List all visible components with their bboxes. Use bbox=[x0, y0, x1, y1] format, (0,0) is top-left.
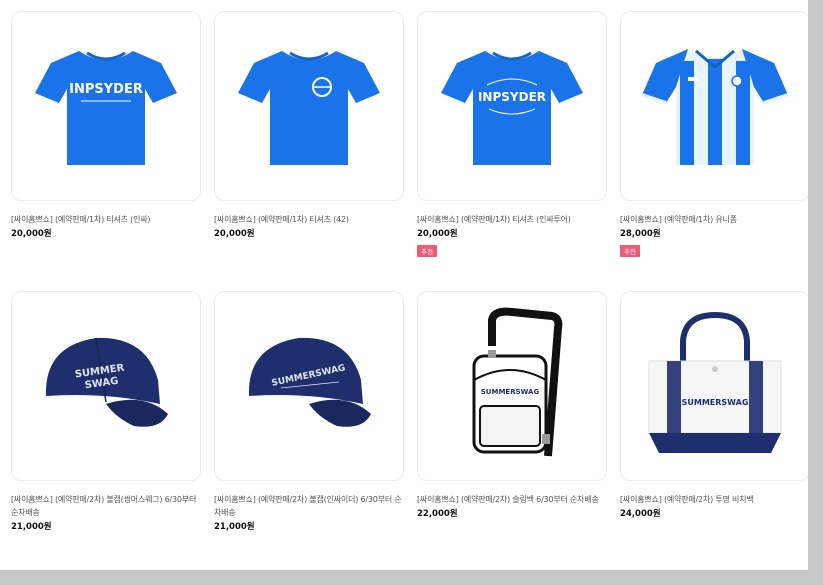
product-price: 20,000원 bbox=[214, 229, 255, 239]
product-grid-page: INPSYDER [싸이홈쁘쇼] (예약판매/1차) 티셔츠 (인싸) 20,0… bbox=[0, 0, 808, 570]
product-name[interactable]: [싸이홈쁘쇼] (예약판매/2차) 투명 비치백 bbox=[620, 493, 808, 506]
product-thumbnail[interactable]: SUMMERSWAG bbox=[620, 291, 808, 481]
product-price: 21,000원 bbox=[11, 522, 52, 532]
product-thumbnail[interactable]: SUMMER SWAG bbox=[11, 291, 201, 481]
product-thumbnail[interactable]: INPSYDER bbox=[11, 11, 201, 201]
product-card[interactable]: INPSYDER [싸이홈쁘쇼] (예약판매/1차) 티셔츠 (인싸투어) 20… bbox=[417, 11, 607, 291]
product-price: 20,000원 bbox=[11, 229, 52, 239]
product-price: 20,000원 bbox=[417, 229, 458, 239]
svg-text:INPSYDER: INPSYDER bbox=[69, 82, 143, 97]
product-thumbnail[interactable]: SUMMERSWAG bbox=[214, 291, 404, 481]
sling-bag-icon: SUMMERSWAG bbox=[472, 307, 563, 457]
svg-text:INPSYDER: INPSYDER bbox=[478, 90, 546, 104]
product-thumbnail[interactable] bbox=[620, 11, 808, 201]
product-thumbnail[interactable] bbox=[214, 11, 404, 201]
product-card[interactable]: INPSYDER [싸이홈쁘쇼] (예약판매/1차) 티셔츠 (인싸) 20,0… bbox=[11, 11, 201, 291]
product-name[interactable]: [싸이홈쁘쇼] (예약판매/1차) 티셔츠 (인싸) bbox=[11, 213, 201, 226]
recommend-badge: 추천 bbox=[620, 245, 640, 257]
product-name[interactable]: [싸이홈쁘쇼] (예약판매/1차) 유니폼 bbox=[620, 213, 808, 226]
product-card[interactable]: [싸이홈쁘쇼] (예약판매/1차) 티셔츠 (42) 20,000원 bbox=[214, 11, 404, 291]
navy-cap-summerswag-icon: SUMMERSWAG bbox=[248, 337, 371, 427]
product-price: 21,000원 bbox=[214, 522, 255, 532]
striped-uniform-icon bbox=[641, 49, 789, 165]
product-price: 24,000원 bbox=[620, 509, 661, 519]
svg-text:SUMMERSWAG: SUMMERSWAG bbox=[481, 388, 540, 396]
product-card[interactable]: SUMMERSWAG [싸이홈쁘쇼] (예약판매/2차) 볼캡(인싸이더) 6/… bbox=[214, 291, 404, 570]
product-name[interactable]: [싸이홈쁘쇼] (예약판매/1차) 티셔츠 (42) bbox=[214, 213, 404, 226]
product-card[interactable]: SUMMERSWAG [싸이홈쁘쇼] (예약판매/2차) 투명 비치백 24,0… bbox=[620, 291, 808, 570]
product-price: 22,000원 bbox=[417, 509, 458, 519]
navy-cap-summer-swag-icon: SUMMER SWAG bbox=[45, 337, 168, 427]
product-price: 28,000원 bbox=[620, 229, 661, 239]
product-name[interactable]: [싸이홈쁘쇼] (예약판매/1차) 티셔츠 (인싸투어) bbox=[417, 213, 607, 226]
blue-tshirt-emblem-icon bbox=[238, 51, 380, 165]
product-name[interactable]: [싸이홈쁘쇼] (예약판매/2차) 볼캡(썸머스웨그) 6/30부터 순차배송 bbox=[11, 493, 201, 519]
product-name[interactable]: [싸이홈쁘쇼] (예약판매/2차) 볼캡(인싸이더) 6/30부터 순차배송 bbox=[214, 493, 404, 519]
clear-tote-bag-icon: SUMMERSWAG bbox=[648, 311, 782, 453]
recommend-badge: 추천 bbox=[417, 245, 437, 257]
blue-tshirt-inpsyder-icon: INPSYDER bbox=[35, 51, 177, 165]
product-card[interactable]: SUMMERSWAG [싸이홈쁘쇼] (예약판매/2차) 슬링백 6/30부터 … bbox=[417, 291, 607, 570]
product-name[interactable]: [싸이홈쁘쇼] (예약판매/2차) 슬링백 6/30부터 순차배송 bbox=[417, 493, 607, 506]
product-card[interactable]: [싸이홈쁘쇼] (예약판매/1차) 유니폼 28,000원 추천 bbox=[620, 11, 808, 291]
product-thumbnail[interactable]: SUMMERSWAG bbox=[417, 291, 607, 481]
svg-text:SUMMERSWAG: SUMMERSWAG bbox=[682, 398, 749, 407]
product-grid: INPSYDER [싸이홈쁘쇼] (예약판매/1차) 티셔츠 (인싸) 20,0… bbox=[11, 11, 808, 570]
product-thumbnail[interactable]: INPSYDER bbox=[417, 11, 607, 201]
product-card[interactable]: SUMMER SWAG [싸이홈쁘쇼] (예약판매/2차) 볼캡(썸머스웨그) … bbox=[11, 291, 201, 570]
blue-tshirt-tour-icon: INPSYDER bbox=[441, 51, 583, 165]
